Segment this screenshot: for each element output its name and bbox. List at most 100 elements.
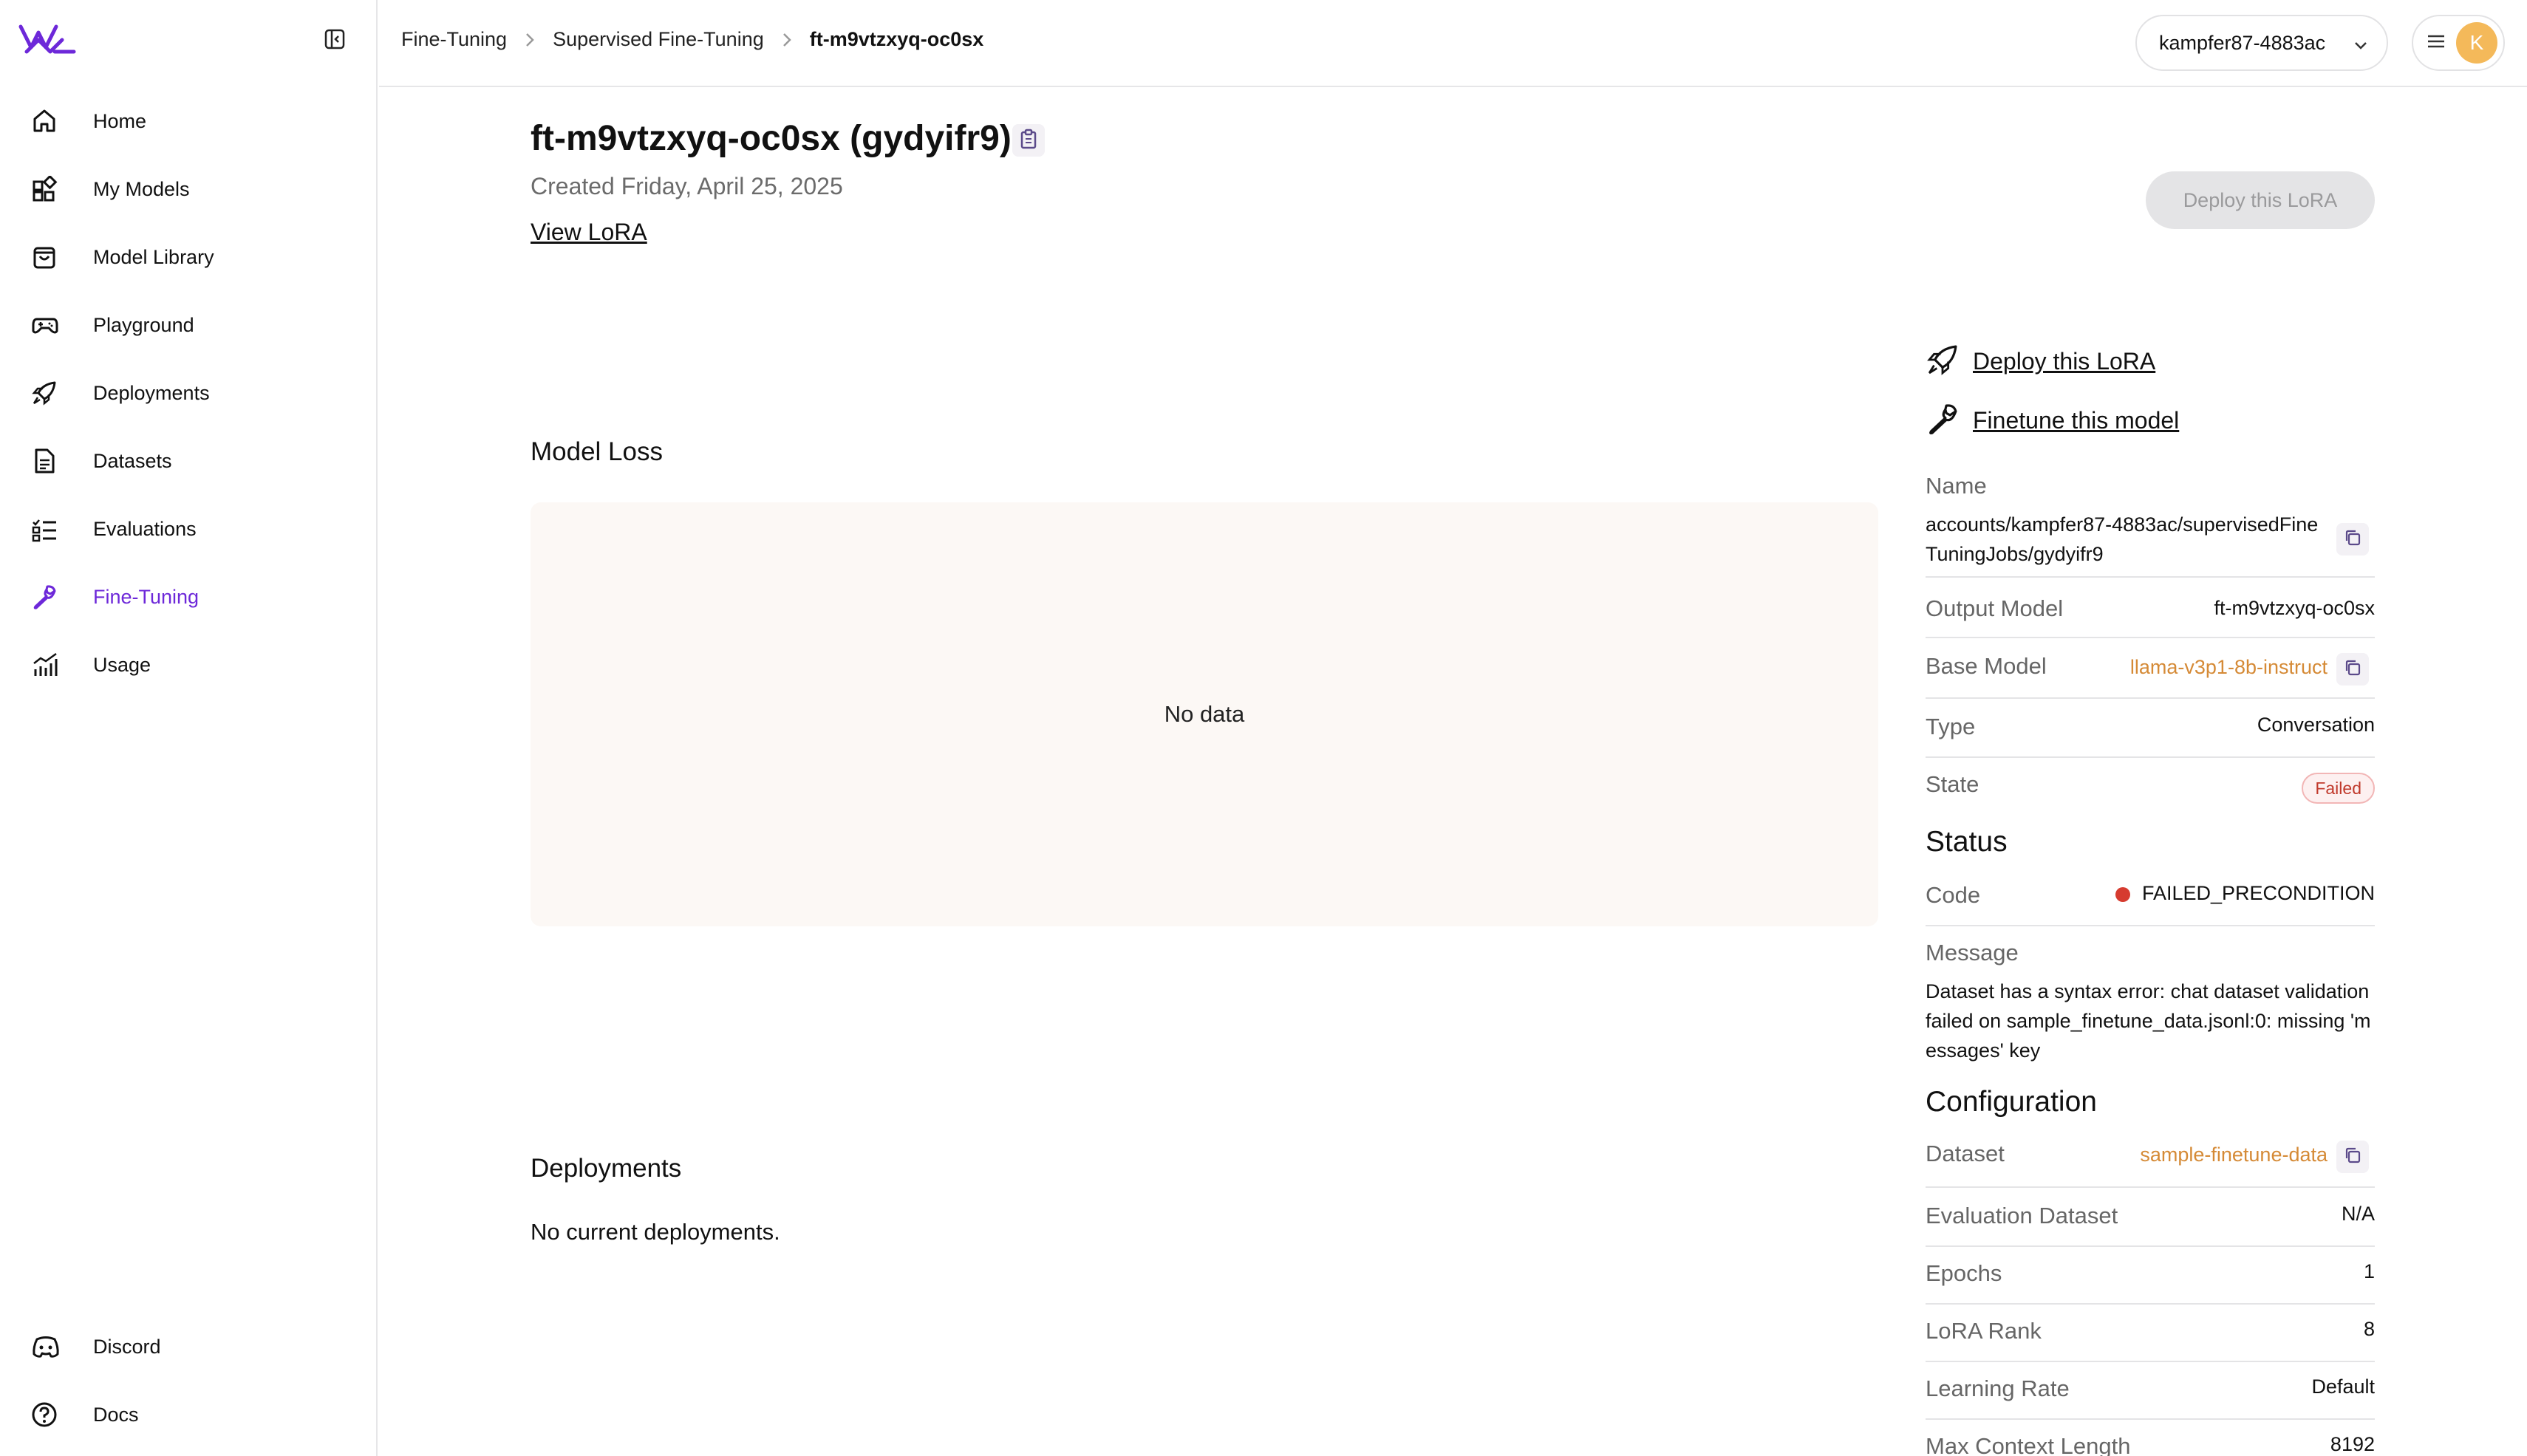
message-line: Dataset has a syntax error: chat dataset… [1926,980,2370,1002]
divider [1926,697,2375,699]
type-row: Type Conversation [1926,714,2375,740]
message-line: failed on sample_finetune_data.jsonl:0: … [1926,1010,2371,1032]
base-model-row: Base Model llama-v3p1-8b-instruct [1926,653,2375,680]
sidebar-item-label: Datasets [93,449,172,472]
breadcrumb-fine-tuning[interactable]: Fine-Tuning [401,28,507,51]
eval-dataset-value: N/A [2341,1203,2375,1225]
message-value: Dataset has a syntax error: chat dataset… [1926,977,2371,1065]
copy-dataset-button[interactable] [2336,1141,2369,1173]
dataset-link[interactable]: sample-finetune-data [2140,1144,2328,1166]
model-loss-heading: Model Loss [531,437,663,466]
epochs-value: 1 [2363,1260,2375,1282]
divider [1926,756,2375,758]
message-label: Message [1926,940,2019,965]
deploy-lora-button[interactable]: Deploy this LoRA [2146,171,2375,229]
sidebar-item-label: Home [93,109,147,132]
finetune-model-link[interactable]: Finetune this model [1926,402,2179,440]
learning-rate-value: Default [2311,1375,2375,1398]
epochs-label: Epochs [1926,1260,2002,1286]
lora-rank-label: LoRA Rank [1926,1318,2042,1344]
sidebar-item-label: Fine-Tuning [93,585,200,608]
learning-rate-row: Learning Rate Default [1926,1375,2375,1402]
sidebar-item-datasets[interactable]: Datasets [21,437,361,485]
output-model-label: Output Model [1926,595,2064,621]
deploy-lora-link[interactable]: Deploy this LoRA [1926,343,2155,380]
sidebar-item-label: Model Library [93,245,214,268]
sidebar-item-deployments[interactable]: Deployments [21,369,361,417]
message-line: essages' key [1926,1039,2041,1062]
base-model-link[interactable]: llama-v3p1-8b-instruct [2130,656,2328,679]
sidebar-item-playground[interactable]: Playground [21,301,361,349]
avatar: K [2456,22,2497,64]
sidebar-item-home[interactable]: Home [21,98,361,145]
rocket-icon [1926,343,1960,380]
finetune-model-link-label: Finetune this model [1973,407,2180,434]
document-icon [21,437,74,485]
learning-rate-label: Learning Rate [1926,1375,2070,1401]
sidebar-item-docs[interactable]: Docs [21,1391,361,1438]
sidebar-item-label: Playground [93,313,194,336]
code-text: FAILED_PRECONDITION [2141,882,2375,904]
message-row: Message [1926,940,2375,966]
name-value-line: TuningJobs/gydyifr9 [1926,543,2104,565]
copy-base-model-button[interactable] [2336,653,2369,686]
sidebar-item-fine-tuning[interactable]: Fine-Tuning [21,573,361,621]
collapse-sidebar-button[interactable] [322,27,347,52]
divider [1926,1186,2375,1188]
sidebar-item-label: Docs [93,1403,139,1426]
fireworks-logo-icon[interactable] [16,22,77,56]
breadcrumb-supervised-fine-tuning[interactable]: Supervised Fine-Tuning [553,28,764,51]
max-context-row: Max Context Length 8192 [1926,1433,2375,1456]
no-deployments-text: No current deployments. [531,1219,780,1245]
help-icon [21,1391,74,1438]
account-selector[interactable]: kampfer87-4883ac [2135,15,2388,71]
chevron-right-icon [525,32,535,48]
page-title: ft-m9vtzxyq-oc0sx (gydyifr9) [531,119,1012,158]
models-icon [21,165,74,213]
error-dot-icon [2115,886,2130,902]
view-lora-link[interactable]: View LoRA [531,219,647,246]
divider [1926,925,2375,926]
divider [1926,1361,2375,1362]
eval-dataset-label: Evaluation Dataset [1926,1203,2118,1228]
max-context-label: Max Context Length [1926,1433,2131,1456]
sidebar-item-model-library[interactable]: Model Library [21,233,361,281]
wrench-icon [21,573,74,621]
code-label: Code [1926,882,1981,908]
sidebar-item-discord[interactable]: Discord [21,1323,361,1370]
sidebar-item-my-models[interactable]: My Models [21,165,361,213]
discord-icon [21,1323,74,1370]
sidebar-item-label: Discord [93,1335,161,1358]
lora-rank-row: LoRA Rank 8 [1926,1318,2375,1344]
sidebar: Home My Models Model Library Playground … [0,0,378,1456]
home-icon [21,98,74,145]
base-model-label: Base Model [1926,653,2047,679]
chevron-down-icon [2353,35,2369,58]
type-value: Conversation [2257,714,2375,736]
dataset-label: Dataset [1926,1141,2005,1166]
code-row: Code FAILED_PRECONDITION [1926,882,2375,909]
name-row: Name [1926,473,2375,499]
created-date: Created Friday, April 25, 2025 [531,173,843,199]
output-model-value: ft-m9vtzxyq-oc0sx [2214,597,2375,619]
state-label: State [1926,771,1979,797]
code-value: FAILED_PRECONDITION [2115,882,2375,905]
name-value-line: accounts/kampfer87-4883ac/supervisedFine [1926,513,2319,536]
sidebar-item-label: My Models [93,177,190,200]
sidebar-item-usage[interactable]: Usage [21,641,361,688]
copy-icon [2344,529,2361,550]
checklist-icon [21,505,74,553]
model-loss-chart: No data [531,502,1878,926]
breadcrumb-current-job: ft-m9vtzxyq-oc0sx [809,28,984,50]
copy-title-button[interactable] [1012,124,1045,157]
configuration-heading: Configuration [1926,1086,2097,1118]
user-menu-button[interactable]: K [2412,15,2505,71]
chevron-right-icon [782,32,792,48]
epochs-row: Epochs 1 [1926,1260,2375,1287]
sidebar-item-evaluations[interactable]: Evaluations [21,505,361,553]
status-badge: Failed [2302,773,2375,804]
deployments-heading: Deployments [531,1154,682,1183]
copy-name-button[interactable] [2336,523,2369,556]
chart-icon [21,641,74,688]
copy-icon [2344,1146,2361,1168]
